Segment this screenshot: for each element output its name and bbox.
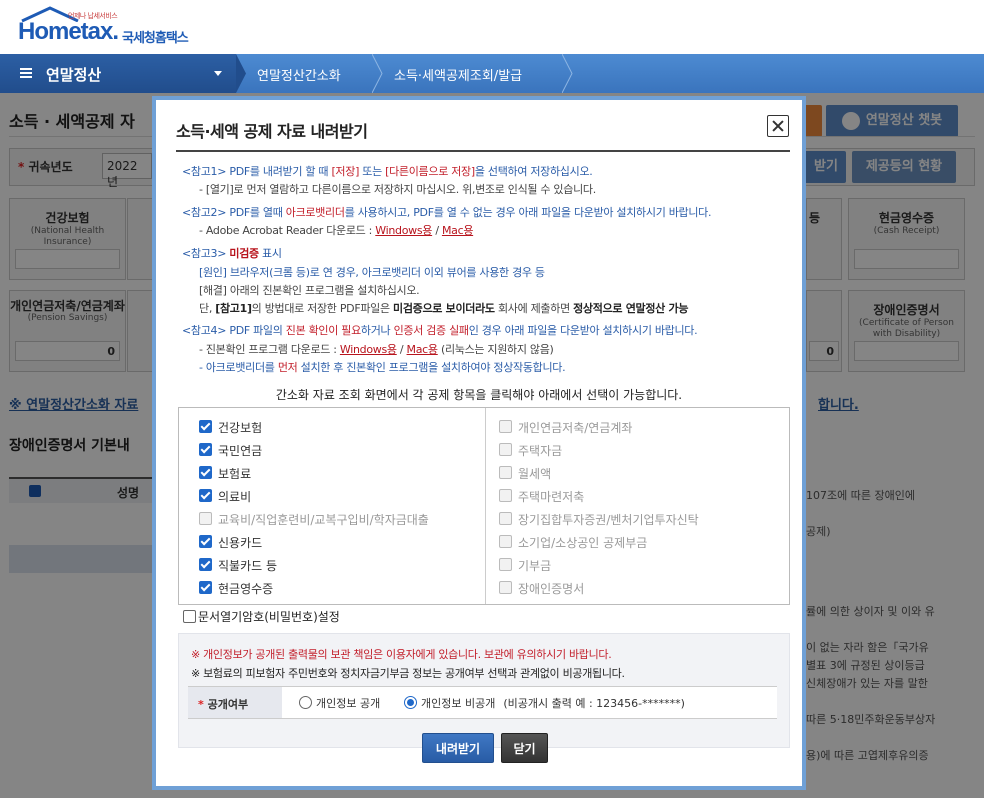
checkbox-disabled-icon — [499, 466, 512, 479]
title-divider — [176, 150, 790, 152]
checkbox-checked-icon — [199, 581, 212, 594]
column-divider — [485, 408, 486, 604]
checkbox-disabled-icon — [499, 535, 512, 548]
note-2: <참고2> PDF를 열때 아크로뱃리더를 사용하시고, PDF를 열 수 없는… — [182, 206, 712, 219]
checkbox-checked-icon — [199, 558, 212, 571]
main-nav: 연말정산 연말정산간소화 소득·세액공제조회/발급 — [0, 54, 984, 93]
radio-public[interactable]: 개인정보 공개 — [299, 695, 380, 711]
radio-private[interactable]: 개인정보 비공개 (비공개시 출력 예 : 123456-*******) — [404, 695, 685, 711]
breadcrumb-item-1[interactable]: 연말정산간소화 — [257, 65, 341, 84]
verifier-windows-link[interactable]: Windows용 — [340, 343, 397, 356]
radio-unselected-icon — [299, 696, 312, 709]
note-4-warning: - 아크로뱃리더를 먼저 설치한 후 진본확인 프로그램을 설치하여야 정상작동… — [199, 361, 566, 374]
checkbox-disabled-icon — [499, 443, 512, 456]
privacy-notice-2: ※ 보험료의 피보험자 주민번호와 정치자금기부금 정보는 공개여부 선택과 관… — [191, 667, 625, 680]
radio-selected-icon — [404, 696, 417, 709]
header: 언제나 납세서비스 Hometax. 국세청홈택스 — [0, 0, 984, 54]
close-button[interactable]: 닫기 — [501, 733, 548, 763]
logo-korean-name: 국세청홈택스 — [122, 31, 189, 46]
download-dialog: 소득·세액 공제 자료 내려받기 <참고1> PDF를 내려받기 할 때 [저장… — [152, 96, 806, 790]
checkbox-disabled-icon — [499, 581, 512, 594]
note-4: <참고4> PDF 파일의 진본 확인이 필요하거나 인증서 검증 실패인 경우… — [182, 324, 698, 337]
radio-private-hint: (비공개시 출력 예 : 123456-*******) — [503, 697, 685, 710]
checkbox-disabled-icon — [499, 489, 512, 502]
checkbox-document-password[interactable]: 문서열기암호(비밀번호)설정 — [183, 608, 340, 625]
deduction-items-panel: 건강보험 국민연금 보험료 의료비 교육비/직업훈련비/교복구입비/학자금대출 … — [178, 407, 790, 605]
breadcrumb-separator-icon — [562, 54, 573, 93]
logo-wordmark: Hometax. — [18, 18, 119, 45]
breadcrumb-separator-icon — [236, 54, 246, 93]
verifier-mac-link[interactable]: Mac용 — [407, 343, 439, 356]
checkbox-checked-icon — [199, 535, 212, 548]
note-1-detail: - [열기]로 먼저 열람하고 다른이름으로 저장하지 마십시오. 위,변조로 … — [199, 183, 596, 196]
privacy-notice-box: ※ 개인정보가 공개된 출력물의 보관 책임은 이용자에게 있습니다. 보관에 … — [178, 633, 790, 748]
download-button[interactable]: 내려받기 — [422, 733, 494, 763]
checkbox-checked-icon — [199, 466, 212, 479]
note-2-detail: - Adobe Acrobat Reader 다운로드 : Windows용 /… — [199, 224, 474, 237]
dialog-title: 소득·세액 공제 자료 내려받기 — [176, 122, 368, 141]
checkbox-checked-icon — [199, 420, 212, 433]
breadcrumb-separator-icon — [372, 54, 383, 93]
checkbox-disabled-icon — [499, 420, 512, 433]
close-icon[interactable] — [767, 115, 789, 137]
note-3-solution: [해결] 아래의 진본확인 프로그램을 설치하십시오. — [199, 284, 420, 297]
note-1: <참고1> PDF를 내려받기 할 때 [저장] 또는 [다른이름으로 저장]을… — [182, 165, 593, 178]
caret-down-icon — [214, 71, 222, 76]
acrobat-windows-link[interactable]: Windows용 — [375, 224, 432, 237]
disclosure-row: * 공개여부 개인정보 공개 개인정보 비공개 (비공개시 출력 예 : 1234… — [188, 686, 777, 719]
checkbox-unchecked-icon — [183, 610, 196, 623]
disclosure-label: * 공개여부 — [188, 687, 282, 718]
note-3-cause: [원인] 브라우저(크롬 등)로 연 경우, 아크로뱃리더 이외 뷰어를 사용한… — [199, 266, 545, 279]
hometax-logo[interactable]: 언제나 납세서비스 Hometax. 국세청홈택스 — [18, 6, 218, 50]
nav-menu-label: 연말정산 — [46, 66, 102, 84]
hamburger-icon — [20, 68, 32, 70]
acrobat-mac-link[interactable]: Mac용 — [442, 224, 474, 237]
selection-guide: 간소화 자료 조회 화면에서 각 공제 항목을 클릭해야 아래에서 선택이 가능… — [275, 388, 683, 402]
privacy-notice-1: ※ 개인정보가 공개된 출력물의 보관 책임은 이용자에게 있습니다. 보관에 … — [191, 648, 612, 661]
note-3-exception: 단, [참고1]의 방법대로 저장한 PDF파일은 미검증으로 보이더라도 회사… — [199, 302, 689, 315]
checkbox-checked-icon — [199, 443, 212, 456]
note-3: <참고3> 미검증 표시 — [182, 247, 282, 260]
breadcrumb-item-2[interactable]: 소득·세액공제조회/발급 — [394, 65, 522, 84]
checkbox-disabled-icon — [199, 512, 212, 525]
checkbox-disabled-icon — [499, 558, 512, 571]
checkbox-disabled-icon — [499, 512, 512, 525]
note-4-detail: - 진본확인 프로그램 다운로드 : Windows용 / Mac용 (리눅스는… — [199, 343, 554, 356]
checkbox-checked-icon — [199, 489, 212, 502]
nav-menu-dropdown[interactable]: 연말정산 — [0, 54, 236, 93]
